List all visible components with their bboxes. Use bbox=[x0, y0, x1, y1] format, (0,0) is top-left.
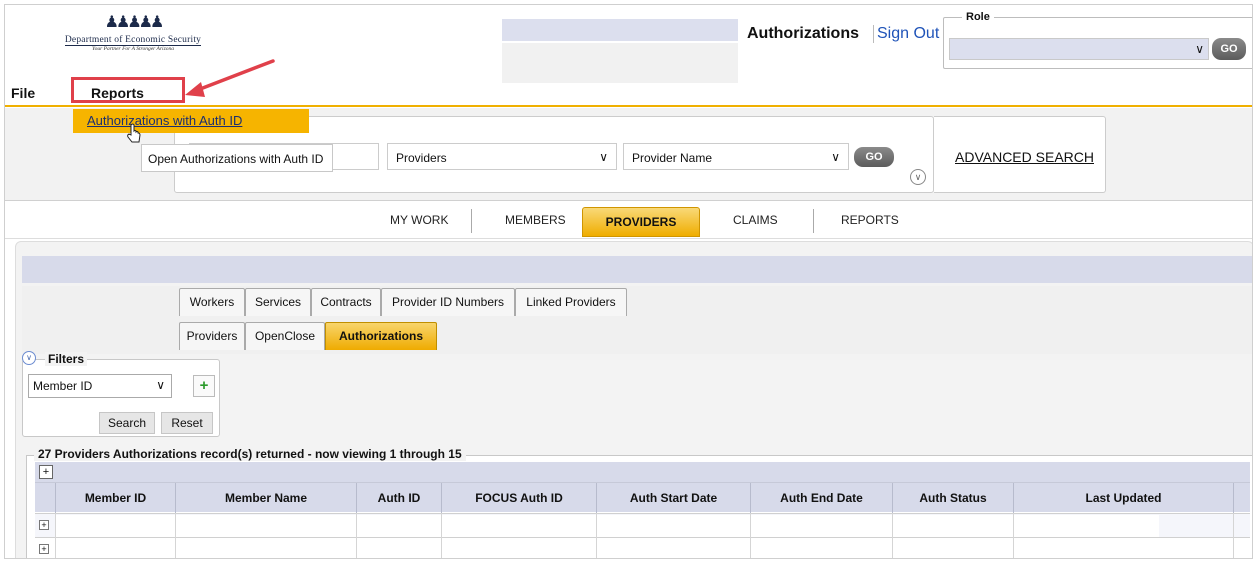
col-auth-status[interactable]: Auth Status bbox=[892, 483, 1013, 513]
authorizations-grid: + Member ID Member Name Auth ID FOCUS Au… bbox=[26, 455, 1252, 558]
role-legend: Role bbox=[962, 11, 994, 23]
search-field-value: Provider Name bbox=[632, 151, 713, 165]
search-panel-right: ADVANCED SEARCH bbox=[934, 116, 1106, 193]
chevron-down-icon: ∨ bbox=[831, 150, 840, 164]
grid-header: Member ID Member Name Auth ID FOCUS Auth… bbox=[35, 482, 1250, 513]
role-go-button[interactable]: GO bbox=[1212, 38, 1246, 60]
filter-field-value: Member ID bbox=[33, 379, 93, 393]
column-divider bbox=[175, 513, 176, 558]
subtab-openclose[interactable]: OpenClose bbox=[245, 322, 325, 350]
reset-button[interactable]: Reset bbox=[161, 412, 213, 434]
subtab-contracts[interactable]: Contracts bbox=[311, 288, 381, 316]
advanced-search-link[interactable]: ADVANCED SEARCH bbox=[955, 149, 1094, 165]
search-field-select[interactable]: Provider Name ∨ bbox=[623, 143, 849, 170]
tab-my-work[interactable]: MY WORK bbox=[390, 213, 448, 227]
expand-circle-icon[interactable]: ∨ bbox=[910, 169, 926, 185]
subtab-services[interactable]: Services bbox=[245, 288, 311, 316]
grid-add-button[interactable]: + bbox=[39, 465, 53, 479]
col-member-name[interactable]: Member Name bbox=[175, 483, 356, 513]
app-window: ♟♟♟♟♟ Department of Economic Security Yo… bbox=[4, 4, 1253, 559]
redacted-user-name bbox=[502, 19, 738, 41]
column-divider bbox=[1013, 513, 1014, 558]
chevron-down-icon: ∨ bbox=[156, 378, 165, 392]
table-row[interactable]: + bbox=[35, 513, 1250, 537]
grid-toolbar: + bbox=[35, 462, 1250, 482]
filters-panel: ∨ Filters Member ID ∨ + Search Reset bbox=[22, 351, 220, 437]
column-divider bbox=[441, 513, 442, 558]
column-divider bbox=[356, 513, 357, 558]
tab-separator bbox=[471, 209, 472, 233]
subtab-linked-providers[interactable]: Linked Providers bbox=[515, 288, 627, 316]
row-expand-icon[interactable]: + bbox=[39, 544, 49, 554]
column-divider bbox=[596, 513, 597, 558]
hand-cursor-icon bbox=[127, 123, 141, 143]
redacted-user-info bbox=[502, 43, 738, 83]
column-divider bbox=[1233, 513, 1234, 558]
title-bar bbox=[22, 256, 1252, 283]
tab-separator bbox=[813, 209, 814, 233]
column-divider bbox=[750, 513, 751, 558]
chevron-down-icon: ∨ bbox=[599, 150, 608, 164]
tab-claims[interactable]: CLAIMS bbox=[733, 213, 778, 227]
sign-out-link[interactable]: Sign Out bbox=[873, 25, 939, 43]
col-auth-start-date[interactable]: Auth Start Date bbox=[596, 483, 750, 513]
subtab-authorizations[interactable]: Authorizations bbox=[325, 322, 437, 350]
role-panel: Role ∨ GO bbox=[943, 11, 1252, 69]
search-go-button[interactable]: GO bbox=[854, 147, 894, 167]
column-divider bbox=[55, 513, 56, 558]
col-last-updated[interactable]: Last Updated bbox=[1013, 483, 1233, 513]
chevron-down-icon: ∨ bbox=[1195, 42, 1204, 56]
records-count-label: 27 Providers Authorizations record(s) re… bbox=[34, 447, 466, 461]
tab-members[interactable]: MEMBERS bbox=[505, 213, 566, 227]
subtab-providers[interactable]: Providers bbox=[179, 322, 245, 350]
main-nav: MY WORK MEMBERS PROVIDERS CLAIMS REPORTS bbox=[5, 203, 1252, 239]
col-focus-auth-id[interactable]: FOCUS Auth ID bbox=[441, 483, 596, 513]
col-auth-end-date[interactable]: Auth End Date bbox=[750, 483, 892, 513]
add-filter-button[interactable]: + bbox=[193, 375, 215, 397]
filter-field-select[interactable]: Member ID ∨ bbox=[28, 374, 172, 398]
subtab-workers[interactable]: Workers bbox=[179, 288, 245, 316]
redacted-row-data bbox=[55, 539, 1159, 549]
content-panel: Workers Services Contracts Provider ID N… bbox=[15, 241, 1252, 558]
column-divider bbox=[892, 513, 893, 558]
row-expand-icon[interactable]: + bbox=[39, 520, 49, 530]
role-select[interactable]: ∨ bbox=[949, 38, 1209, 60]
tab-providers[interactable]: PROVIDERS bbox=[582, 207, 700, 237]
collapse-circle-icon[interactable]: ∨ bbox=[22, 351, 36, 365]
search-type-select[interactable]: Providers ∨ bbox=[387, 143, 617, 170]
tab-reports[interactable]: REPORTS bbox=[841, 213, 899, 227]
search-button[interactable]: Search bbox=[99, 412, 155, 434]
subtab-provider-id-numbers[interactable]: Provider ID Numbers bbox=[381, 288, 515, 316]
col-member-id[interactable]: Member ID bbox=[55, 483, 175, 513]
redacted-row-data bbox=[55, 515, 1159, 537]
app-title: Authorizations bbox=[747, 25, 859, 42]
tooltip: Open Authorizations with Auth ID bbox=[141, 144, 333, 172]
search-type-value: Providers bbox=[396, 151, 447, 165]
col-spacer bbox=[1233, 483, 1250, 513]
table-row[interactable]: + bbox=[35, 537, 1250, 558]
col-auth-id[interactable]: Auth ID bbox=[356, 483, 441, 513]
annotation-arrow-icon bbox=[127, 59, 275, 143]
filters-legend: Filters bbox=[45, 352, 88, 366]
